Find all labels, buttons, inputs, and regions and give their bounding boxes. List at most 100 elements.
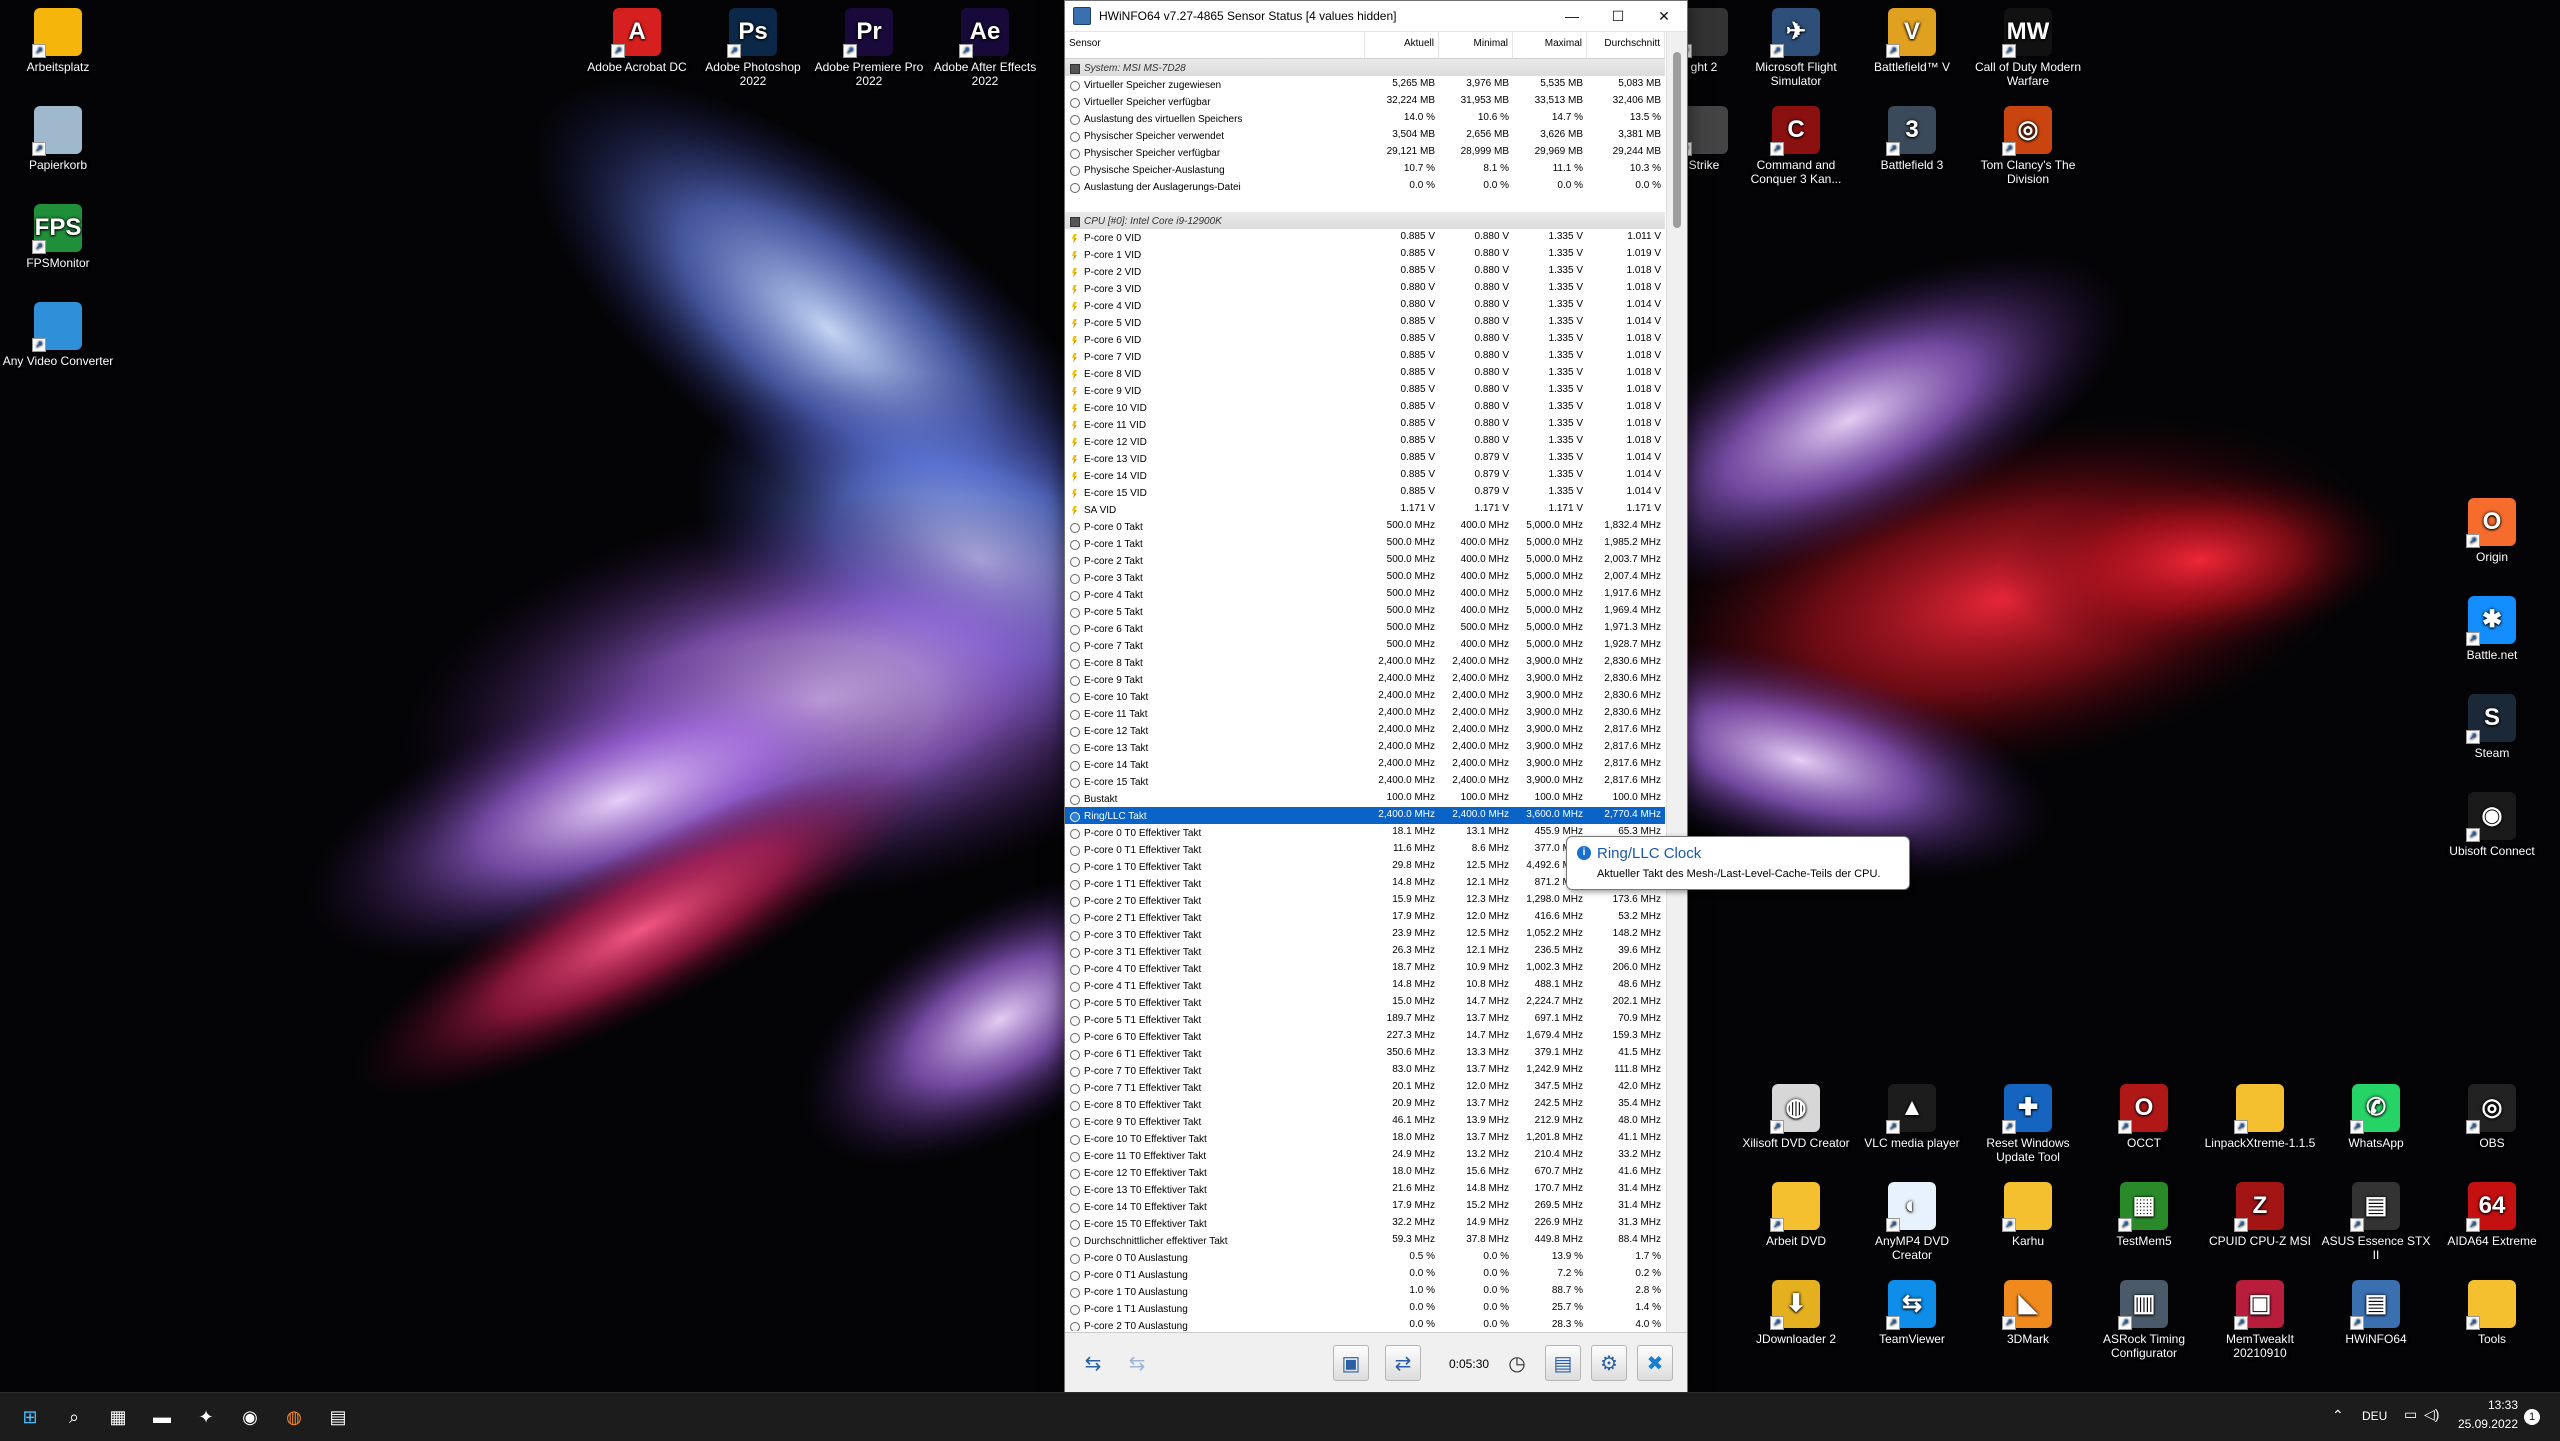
desktop-icon-cpuid-cpu-z-msi[interactable]: Z ↗ CPUID CPU-Z MSI [2204,1178,2316,1248]
table-row[interactable]: P-core 1 T0 Auslastung 1.0 % 0.0 % 88.7 % 2.… [1065,1283,1665,1300]
desktop-icon-asus-essence-stx-ii[interactable]: ▤ ↗ ASUS Essence STX II [2320,1178,2432,1262]
desktop-icon-asrock-timing-configurator[interactable]: ▥ ↗ ASRock Timing Configurator [2088,1276,2200,1360]
table-row[interactable]: Physische Speicher-Auslastung 10.7 % 8.1 %… [1065,161,1665,178]
table-row[interactable]: E-core 14 T0 Effektiver Takt 17.9 MHz 15.2… [1065,1198,1665,1215]
table-row[interactable]: P-core 4 VID 0.880 V 0.880 V 1.335 V 1.014 V [1065,297,1665,314]
desktop-icon-tools[interactable]: ↗ Tools [2436,1276,2548,1346]
table-row[interactable]: Ring/LLC Takt 2,400.0 MHz 2,400.0 MHz 3,600… [1065,807,1665,824]
table-row[interactable]: Virtueller Speicher verfügbar 32,224 MB 31… [1065,93,1665,110]
desktop-icon-hwinfo64[interactable]: ▤ ↗ HWiNFO64 [2320,1276,2432,1346]
table-row[interactable]: E-core 15 Takt 2,400.0 MHz 2,400.0 MHz 3,90… [1065,773,1665,790]
table-row[interactable]: SA VID 1.171 V 1.171 V 1.171 V 1.171 V [1065,501,1665,518]
table-row[interactable]: P-core 2 T0 Effektiver Takt 15.9 MHz 12.3 … [1065,892,1665,909]
table-row[interactable]: E-core 10 Takt 2,400.0 MHz 2,400.0 MHz 3,90… [1065,688,1665,705]
desktop-icon-obs[interactable]: ◎ ↗ OBS [2436,1080,2548,1150]
desktop-icon-adobe-premiere-pro-2022[interactable]: Pr ↗ Adobe Premiere Pro 2022 [813,4,925,88]
table-row[interactable]: P-core 0 T0 Auslastung 0.5 % 0.0 % 13.9 % 1.… [1065,1249,1665,1266]
table-row[interactable]: E-core 13 T0 Effektiver Takt 21.6 MHz 14.8… [1065,1181,1665,1198]
table-row[interactable]: P-core 2 T0 Auslastung 0.0 % 0.0 % 28.3 % 4.… [1065,1317,1665,1331]
network-icon[interactable]: ▣ [1333,1345,1369,1381]
desktop-icon-anymp4-dvd-creator[interactable]: ◐ ↗ AnyMP4 DVD Creator [1856,1178,1968,1262]
table-row[interactable]: P-core 3 T0 Effektiver Takt 23.9 MHz 12.5 … [1065,926,1665,943]
desktop-icon-ubisoft-connect[interactable]: ◉ ↗ Ubisoft Connect [2436,788,2548,858]
nav-forward-icon[interactable]: ⇆ [1115,1345,1159,1381]
table-row[interactable]: E-core 14 Takt 2,400.0 MHz 2,400.0 MHz 3,90… [1065,756,1665,773]
nav-back-icon[interactable]: ⇆ [1071,1345,1115,1381]
desktop-icon-aida64-extreme[interactable]: 64 ↗ AIDA64 Extreme [2436,1178,2548,1248]
table-row[interactable]: E-core 11 Takt 2,400.0 MHz 2,400.0 MHz 3,90… [1065,705,1665,722]
table-row[interactable]: Durchschnittlicher effektiver Takt 59.3 M… [1065,1232,1665,1249]
desktop-icon-any-video-converter[interactable]: ↗ Any Video Converter [2,298,114,368]
desktop-icon-tom-clancy-s-the-division[interactable]: ◎ ↗ Tom Clancy's The Division [1972,102,2084,186]
clock-date[interactable]: 25.09.2022 [2446,1417,2518,1431]
tray-chevron-icon[interactable]: ⌃ [2332,1407,2344,1424]
table-row[interactable]: E-core 9 VID 0.885 V 0.880 V 1.335 V 1.018 V [1065,382,1665,399]
table-row[interactable]: P-core 2 VID 0.885 V 0.880 V 1.335 V 1.018 V [1065,263,1665,280]
table-row[interactable]: Physischer Speicher verwendet 3,504 MB 2,6… [1065,127,1665,144]
desktop-icon-microsoft-flight-simulator[interactable]: ✈ ↗ Microsoft Flight Simulator [1740,4,1852,88]
table-row[interactable]: E-core 8 Takt 2,400.0 MHz 2,400.0 MHz 3,900… [1065,654,1665,671]
table-row[interactable]: P-core 4 Takt 500.0 MHz 400.0 MHz 5,000.0 M… [1065,586,1665,603]
display-icon[interactable]: ▭ [2404,1406,2417,1423]
table-row[interactable]: P-core 1 T1 Auslastung 0.0 % 0.0 % 25.7 % 1.… [1065,1300,1665,1317]
desktop-icon-battlefield-3[interactable]: 3 ↗ Battlefield 3 [1856,102,1968,172]
table-row[interactable]: E-core 13 Takt 2,400.0 MHz 2,400.0 MHz 3,90… [1065,739,1665,756]
desktop-icon-memtweakit-20210910[interactable]: ▣ ↗ MemTweakIt 20210910 [2204,1276,2316,1360]
vertical-scrollbar[interactable] [1666,32,1687,1332]
desktop-icon-karhu[interactable]: ↗ Karhu [1972,1178,2084,1248]
desktop-icon-3dmark[interactable]: ◣ ↗ 3DMark [1972,1276,2084,1346]
table-row[interactable]: P-core 7 VID 0.885 V 0.880 V 1.335 V 1.018 V [1065,348,1665,365]
table-row[interactable]: P-core 6 Takt 500.0 MHz 500.0 MHz 5,000.0 M… [1065,620,1665,637]
table-row[interactable]: P-core 2 T1 Effektiver Takt 17.9 MHz 12.0 … [1065,909,1665,926]
col-minimum[interactable]: Minimal [1439,32,1513,58]
table-row[interactable]: P-core 5 Takt 500.0 MHz 400.0 MHz 5,000.0 M… [1065,603,1665,620]
table-row[interactable]: P-core 4 T0 Effektiver Takt 18.7 MHz 10.9 … [1065,960,1665,977]
desktop-icon-vlc-media-player[interactable]: ▲ ↗ VLC media player [1856,1080,1968,1150]
table-row[interactable]: P-core 7 T1 Effektiver Takt 20.1 MHz 12.0 … [1065,1079,1665,1096]
close-button[interactable]: ✕ [1641,1,1687,31]
desktop-icon-command-and-conquer-3-kan[interactable]: C ↗ Command and Conquer 3 Kan... [1740,102,1852,186]
table-row[interactable]: P-core 4 T1 Effektiver Takt 14.8 MHz 10.8 … [1065,977,1665,994]
minimize-button[interactable]: — [1549,1,1595,31]
table-row[interactable]: E-core 11 T0 Effektiver Takt 24.9 MHz 13.2… [1065,1147,1665,1164]
store-icon[interactable]: ▦ [102,1401,134,1433]
sensor-table[interactable]: System: MSI MS-7D28 Virtueller Speicher z… [1065,59,1665,1331]
col-maximum[interactable]: Maximal [1513,32,1587,58]
desktop-icon-battle-net[interactable]: ✱ ↗ Battle.net [2436,592,2548,662]
clock-time[interactable]: 13:33 [2458,1398,2518,1412]
desktop-icon-whatsapp[interactable]: ✆ ↗ WhatsApp [2320,1080,2432,1150]
sensor-group-header[interactable]: System: MSI MS-7D28 [1065,59,1665,76]
table-row[interactable]: Physischer Speicher verfügbar 29,121 MB 28… [1065,144,1665,161]
table-row[interactable]: E-core 9 T0 Effektiver Takt 46.1 MHz 13.9 … [1065,1113,1665,1130]
desktop-icon-occt[interactable]: O ↗ OCCT [2088,1080,2200,1150]
windows-start-icon[interactable]: ⊞ [14,1401,46,1433]
file-explorer-icon[interactable]: ▬ [146,1401,178,1433]
table-row[interactable]: E-core 11 VID 0.885 V 0.880 V 1.335 V 1.018 … [1065,416,1665,433]
hwinfo-sensor-window[interactable]: HWiNFO64 v7.27-4865 Sensor Status [4 val… [1064,0,1688,1394]
language-indicator[interactable]: DEU [2362,1409,2387,1423]
table-row[interactable]: P-core 0 Takt 500.0 MHz 400.0 MHz 5,000.0 M… [1065,518,1665,535]
table-row[interactable]: P-core 1 Takt 500.0 MHz 400.0 MHz 5,000.0 M… [1065,535,1665,552]
table-row[interactable]: P-core 5 T0 Effektiver Takt 15.0 MHz 14.7 … [1065,994,1665,1011]
table-row[interactable]: E-core 13 VID 0.885 V 0.879 V 1.335 V 1.014 … [1065,450,1665,467]
table-row[interactable]: P-core 6 T1 Effektiver Takt 350.6 MHz 13.3… [1065,1045,1665,1062]
col-average[interactable]: Durchschnitt [1587,32,1665,58]
table-row[interactable]: E-core 8 T0 Effektiver Takt 20.9 MHz 13.7 … [1065,1096,1665,1113]
desktop-icon-teamviewer[interactable]: ⇆ ↗ TeamViewer [1856,1276,1968,1346]
desktop-icon-call-of-duty-modern-warfare[interactable]: MW ↗ Call of Duty Modern Warfare [1972,4,2084,88]
table-row[interactable]: P-core 3 T1 Effektiver Takt 26.3 MHz 12.1 … [1065,943,1665,960]
maximize-button[interactable]: ☐ [1595,1,1641,31]
table-row[interactable]: E-core 15 T0 Effektiver Takt 32.2 MHz 14.9… [1065,1215,1665,1232]
search-icon[interactable]: ⌕ [58,1401,90,1433]
desktop-icon-reset-windows-update-tool[interactable]: ✚ ↗ Reset Windows Update Tool [1972,1080,2084,1164]
notification-badge[interactable]: 1 [2524,1409,2540,1425]
desktop-icon-papierkorb[interactable]: ↗ Papierkorb [2,102,114,172]
desktop-icon-arbeitsplatz[interactable]: ↗ Arbeitsplatz [2,4,114,74]
desktop-icon-battlefield-v[interactable]: V ↗ Battlefield™ V [1856,4,1968,74]
desktop-icon-steam[interactable]: S ↗ Steam [2436,690,2548,760]
desktop-icon-fpsmonitor[interactable]: FPS ↗ FPSMonitor [2,200,114,270]
app-icon[interactable]: ✦ [190,1401,222,1433]
table-row[interactable]: P-core 7 Takt 500.0 MHz 400.0 MHz 5,000.0 M… [1065,637,1665,654]
table-row[interactable]: P-core 0 T1 Auslastung 0.0 % 0.0 % 7.2 % 0.2… [1065,1266,1665,1283]
table-row[interactable]: P-core 5 VID 0.885 V 0.880 V 1.335 V 1.014 V [1065,314,1665,331]
